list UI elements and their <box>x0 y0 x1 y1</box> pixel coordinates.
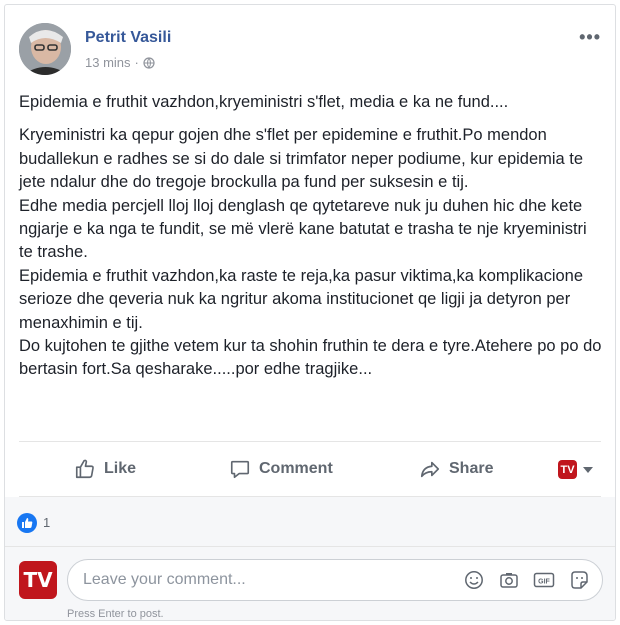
post-paragraph: Do kujtohen te gjithe vetem kur ta shohi… <box>19 337 602 379</box>
like-button[interactable]: Like <box>74 458 136 480</box>
author-name[interactable]: Petrit Vasili <box>85 29 171 47</box>
post-lead: Epidemia e fruthit vazhdon,kryeministri … <box>19 93 509 111</box>
post-time[interactable]: 13 mins <box>85 55 131 70</box>
comment-box: GIF <box>67 559 603 601</box>
avatar-photo <box>19 23 71 75</box>
like-icon <box>75 459 94 479</box>
share-button[interactable]: Share <box>419 458 493 480</box>
globe-icon[interactable] <box>143 56 155 69</box>
comment-label: Comment <box>259 460 333 477</box>
thumbs-up-icon <box>22 518 33 528</box>
more-options-button[interactable]: ••• <box>579 27 601 48</box>
commenter-avatar: TV <box>19 561 57 599</box>
like-label: Like <box>104 460 137 477</box>
post-card: Petrit Vasili 13 mins · ••• Epidemia e f… <box>4 4 616 621</box>
post-hint: Press Enter to post. <box>67 608 164 620</box>
action-bar: Like Comment Share TV <box>19 441 601 497</box>
share-label: Share <box>449 460 494 477</box>
comment-button[interactable]: Comment <box>229 458 333 480</box>
comment-icon <box>230 460 250 479</box>
post-paragraph: Edhe media percjell lloj lloj denglash q… <box>19 196 587 262</box>
comment-composer: TV GIF Press Enter to post. <box>5 547 615 620</box>
post-body: Epidemia e fruthit vazhdon,kryeministri … <box>19 91 605 382</box>
camera-icon[interactable] <box>498 569 520 591</box>
emoji-icon[interactable] <box>463 569 485 591</box>
gif-icon[interactable]: GIF <box>533 569 555 591</box>
reactions-bar: 1 <box>5 497 615 547</box>
post-header: Petrit Vasili 13 mins · ••• <box>19 23 601 79</box>
reaction-count[interactable]: 1 <box>43 515 50 530</box>
post-paragraph: Epidemia e fruthit vazhdon,ka raste te r… <box>19 266 584 332</box>
comment-input[interactable] <box>83 560 423 600</box>
page-selector[interactable]: TV <box>558 460 593 479</box>
like-reaction-icon[interactable] <box>17 513 37 533</box>
gif-label: GIF <box>538 579 550 586</box>
post-meta: 13 mins · <box>85 55 155 70</box>
sticker-icon[interactable] <box>568 569 590 591</box>
post-paragraph: Kryeministri ka qepur gojen dhe s'flet p… <box>19 126 584 192</box>
meta-separator: · <box>134 55 139 70</box>
composer-icons: GIF <box>463 569 590 591</box>
page-badge: TV <box>558 460 577 479</box>
avatar[interactable] <box>19 23 71 75</box>
chevron-down-icon <box>583 466 593 473</box>
share-icon <box>420 461 440 478</box>
